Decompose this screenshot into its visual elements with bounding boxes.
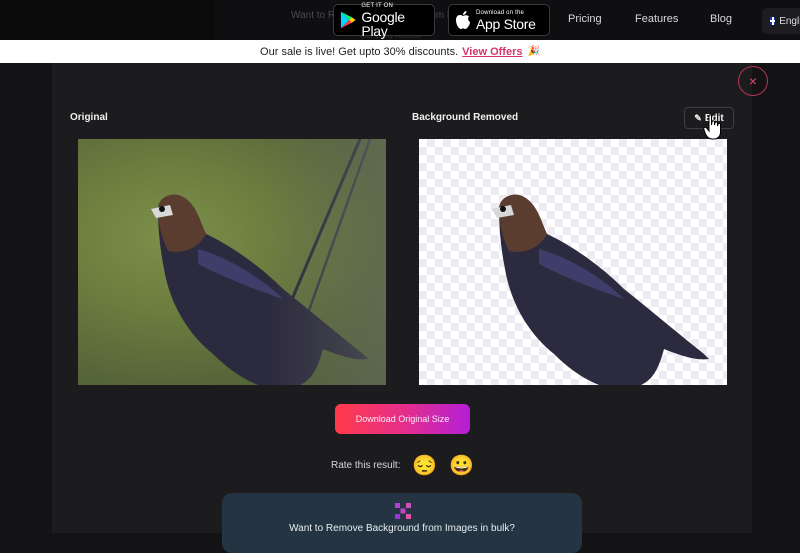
uk-flag-icon xyxy=(770,17,776,25)
bird-photo-cutout xyxy=(492,194,709,385)
download-original-size-button[interactable]: Download Original Size xyxy=(335,404,470,434)
app-store-small-text: Download on the xyxy=(476,9,525,16)
background-removed-label: Background Removed xyxy=(412,112,519,123)
app-store-button[interactable]: Download on the App Store xyxy=(448,4,550,36)
nav-features[interactable]: Features xyxy=(635,13,678,25)
bird-photo-original xyxy=(151,139,372,385)
header-shade xyxy=(0,0,215,40)
close-button[interactable]: × xyxy=(738,66,768,96)
language-label: English xyxy=(779,15,800,27)
pencil-icon: ✎ xyxy=(694,112,702,123)
app-store-big-text: App Store xyxy=(476,15,536,32)
bulk-checker-icon xyxy=(395,503,411,519)
apple-icon xyxy=(456,11,470,29)
promo-bar: Our sale is live! Get upto 30% discounts… xyxy=(0,40,800,63)
google-play-button[interactable]: GET IT ON Google Play xyxy=(333,2,435,39)
original-image xyxy=(78,139,386,385)
bulk-removal-text: Want to Remove Background from Images in… xyxy=(289,523,515,534)
original-label: Original xyxy=(70,112,108,123)
language-selector[interactable]: English xyxy=(762,8,800,34)
rate-sad-button[interactable]: 😔 xyxy=(412,454,437,478)
view-offers-link[interactable]: View Offers xyxy=(462,46,522,58)
hand-pointer-cursor-icon xyxy=(703,114,721,140)
background-removed-image xyxy=(419,139,727,385)
rate-result-label: Rate this result: xyxy=(331,460,401,471)
top-header: Want to Remove Background from Images in… xyxy=(0,0,800,40)
rate-happy-button[interactable]: 😀 xyxy=(449,454,474,478)
google-play-big-text: Google Play xyxy=(361,8,405,39)
google-play-small-text: GET IT ON xyxy=(361,2,394,9)
google-play-icon xyxy=(340,11,356,29)
party-popper-icon: 🎉 xyxy=(527,46,540,57)
promo-text: Our sale is live! Get upto 30% discounts… xyxy=(260,45,459,58)
nav-blog[interactable]: Blog xyxy=(710,13,732,25)
close-icon: × xyxy=(748,73,758,89)
nav-pricing[interactable]: Pricing xyxy=(568,13,602,25)
